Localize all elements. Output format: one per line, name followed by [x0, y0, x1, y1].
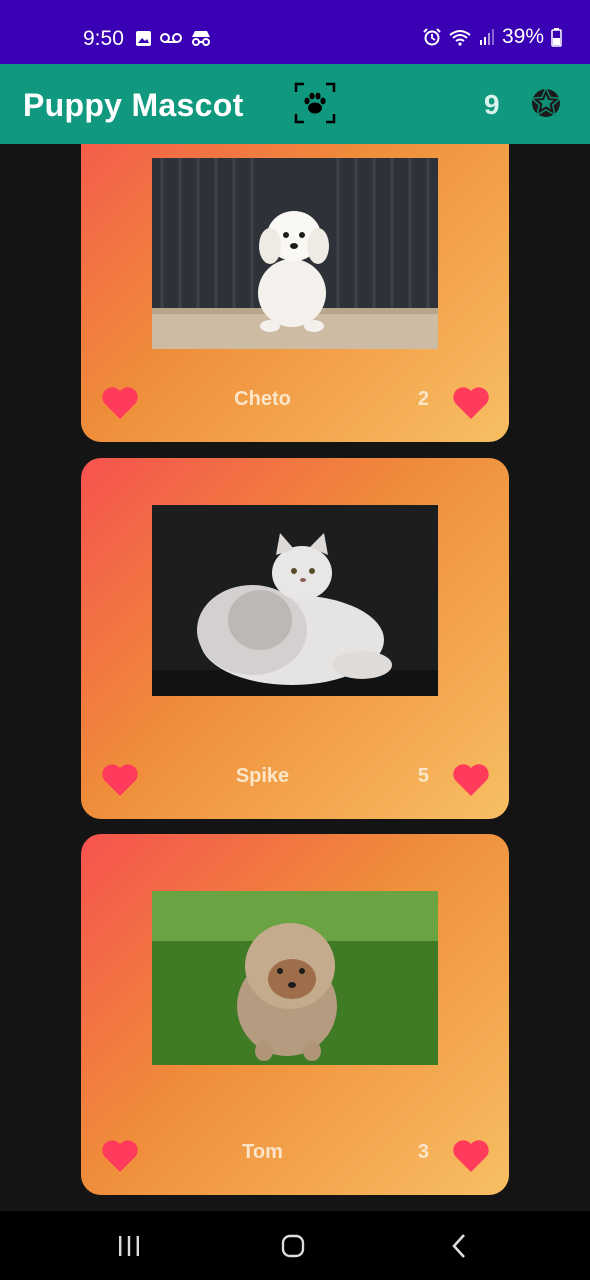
heart-icon[interactable] — [452, 1139, 490, 1173]
pet-name: Cheto — [234, 388, 291, 410]
pet-photo — [152, 158, 438, 349]
pet-name: Spike — [235, 765, 290, 787]
pet-name: Tom — [242, 1141, 283, 1163]
battery-icon — [551, 27, 562, 47]
battery-percent: 39% — [501, 25, 544, 48]
star-badge-icon — [529, 86, 563, 117]
pet-list[interactable]: Cheto 2 Spike 5 Tom 3 — [0, 144, 590, 1211]
voicemail-icon — [160, 33, 182, 43]
heart-icon[interactable] — [101, 1139, 139, 1173]
star-badge-button[interactable] — [528, 85, 564, 121]
heart-icon[interactable] — [101, 386, 139, 420]
image-icon — [136, 30, 151, 46]
pet-card[interactable]: Tom 3 — [81, 834, 509, 1195]
heart-icon[interactable] — [101, 763, 139, 797]
incognito-icon — [192, 31, 210, 46]
pet-card[interactable]: Spike 5 — [81, 458, 509, 819]
app-bar: Puppy Mascot 9 — [0, 64, 590, 144]
recents-icon[interactable] — [117, 1235, 141, 1257]
pet-photo — [152, 505, 438, 696]
paw-scan-button[interactable] — [294, 82, 336, 124]
status-bar: 9:50 39% — [0, 0, 590, 64]
back-icon[interactable] — [450, 1233, 468, 1259]
wifi-icon — [449, 30, 471, 46]
heart-icon[interactable] — [452, 386, 490, 420]
like-count: 2 — [417, 388, 429, 410]
heart-icon[interactable] — [452, 763, 490, 797]
like-count: 3 — [417, 1141, 429, 1163]
paw-scan-icon — [294, 82, 336, 124]
alarm-icon — [423, 28, 441, 46]
signal-icon — [479, 29, 494, 45]
like-count: 5 — [417, 765, 429, 787]
status-time: 9:50 — [83, 27, 124, 50]
app-title: Puppy Mascot — [23, 87, 244, 123]
pet-photo — [152, 891, 438, 1082]
pet-card[interactable]: Cheto 2 — [81, 144, 509, 442]
favorites-count: 9 — [484, 89, 500, 120]
home-icon[interactable] — [281, 1234, 305, 1258]
navigation-bar — [0, 1211, 590, 1280]
